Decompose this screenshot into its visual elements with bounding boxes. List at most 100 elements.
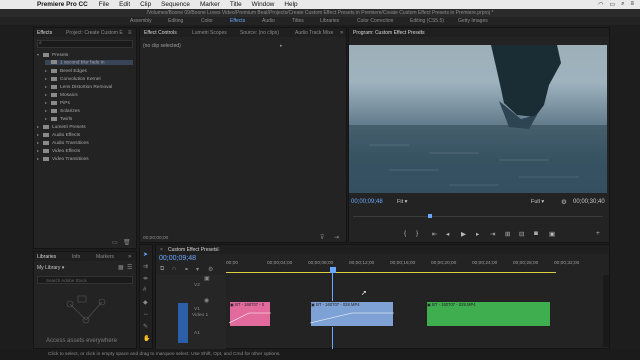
effects-tree-item[interactable]: ▸ Bevel Edges [45, 68, 133, 74]
razor-tool-icon[interactable]: ◆ [143, 299, 148, 306]
panel-menu-icon[interactable]: ≡ [128, 30, 132, 36]
time-ruler[interactable]: 00;00 00;00;04;00 00;00;08;00 00;00;12;00 00… [226, 261, 601, 271]
workspace-tab-assembly[interactable]: Assembly [130, 18, 152, 24]
workspace-tab-color[interactable]: Color [201, 18, 213, 24]
step-forward-icon[interactable]: ▸ [476, 230, 479, 238]
play-icon[interactable]: ▶ [461, 230, 466, 238]
workspace-tab-libraries[interactable]: Libraries [320, 18, 339, 24]
timeline-menu-icon[interactable]: ≡ [216, 247, 220, 253]
playhead-handle[interactable] [330, 267, 336, 273]
step-back-icon[interactable]: ◂ [446, 230, 449, 238]
export-icon[interactable]: ⇥ [334, 234, 339, 241]
tab-audio-track-mixer[interactable]: Audio Track Mixe [295, 30, 333, 36]
fit-dropdown[interactable]: Fit ▾ [397, 199, 407, 205]
menu-sequence[interactable]: Sequence [161, 1, 190, 8]
nest-icon[interactable]: ⧉ [160, 266, 164, 273]
effects-tree-item[interactable]: ▸ Audio Effects [37, 132, 133, 138]
sequence-tab[interactable]: Custom Effect Presets [168, 247, 218, 253]
effects-tree-item[interactable]: ▸ Solarizes [45, 108, 133, 114]
effects-tree-item[interactable]: ▸ Video Transitions [37, 156, 133, 162]
menu-list-icon[interactable]: ≡ [630, 1, 634, 8]
monitor-menu-icon[interactable]: ≡ [419, 30, 423, 36]
menu-title[interactable]: Title [230, 1, 242, 8]
workspace-tab-titles[interactable]: Titles [292, 18, 304, 24]
go-to-in-icon[interactable]: ⇤ [432, 230, 437, 238]
lift-icon[interactable]: ⊞ [505, 230, 510, 238]
program-playhead[interactable] [428, 214, 432, 218]
tab-info[interactable]: Info [72, 254, 80, 260]
effects-tree-item[interactable]: ▾ Presets [37, 52, 133, 58]
more-panels-icon[interactable]: » [128, 254, 131, 260]
extract-icon[interactable]: ⊟ [519, 230, 524, 238]
slip-tool-icon[interactable]: ↔ [143, 311, 149, 317]
app-name-menu[interactable]: Premiere Pro CC [37, 1, 88, 8]
lock-icon[interactable]: ▣ [204, 275, 210, 282]
quality-dropdown[interactable]: Full ▾ [531, 199, 544, 205]
menu-clip[interactable]: Clip [140, 1, 151, 8]
tab-libraries[interactable]: Libraries [37, 254, 56, 260]
effects-tree-item[interactable]: ▸ Mosaics [45, 92, 133, 98]
filter-icon[interactable]: ⊽ [320, 234, 324, 241]
tab-source[interactable]: Source: (no clips) [240, 30, 279, 36]
menu-file[interactable]: File [99, 1, 109, 8]
menu-help[interactable]: Help [284, 1, 297, 8]
library-select[interactable]: My Library ▾ [37, 265, 97, 271]
workspace-tab-editing-cs55[interactable]: Editing (CS5.5) [410, 18, 444, 24]
delete-icon[interactable]: 🗑 [123, 239, 131, 246]
program-monitor-title[interactable]: Program: Custom Effect Presets [353, 30, 425, 36]
close-sequence-icon[interactable]: × [160, 247, 163, 253]
expand-arrow-icon[interactable]: ▸ [280, 43, 283, 49]
linked-selection-icon[interactable]: ⚭ [184, 266, 189, 273]
work-area-bar[interactable] [226, 272, 556, 273]
wifi-icon[interactable]: ◠ [598, 1, 603, 8]
tab-effect-controls[interactable]: Effect Controls [144, 30, 177, 36]
workspace-tab-editing[interactable]: Editing [168, 18, 183, 24]
track-select-tool-icon[interactable]: ⇉ [143, 263, 148, 270]
tab-project[interactable]: Project: Create Custom E [66, 30, 123, 36]
spotlight-icon[interactable]: ⌕ [621, 1, 624, 8]
mark-out-icon[interactable]: } [416, 230, 418, 237]
tab-effects[interactable]: Effects [37, 30, 52, 36]
pen-tool-icon[interactable]: ✎ [143, 323, 148, 330]
more-panels-icon[interactable]: » [340, 30, 343, 36]
program-playhead-timecode[interactable]: 00;00;09;48 [351, 199, 383, 205]
effects-tree-item[interactable]: ▸ PiPs [45, 100, 133, 106]
new-folder-icon[interactable]: ▭ [112, 239, 118, 246]
list-view-icon[interactable]: ☰ [127, 264, 132, 271]
effect-controls-timecode[interactable]: 00;00;00;00 [143, 236, 168, 241]
battery-icon[interactable]: ▭ [609, 1, 615, 8]
effects-tree-item[interactable]: 1 second blur fade in [45, 60, 133, 66]
grid-view-icon[interactable]: ▦ [118, 264, 124, 271]
menu-window[interactable]: Window [252, 1, 275, 8]
ripple-edit-tool-icon[interactable]: ⇹ [143, 275, 148, 282]
rolling-edit-tool-icon[interactable]: # [143, 287, 146, 293]
export-frame-icon[interactable]: ◙ [534, 230, 538, 237]
workspace-tab-color-correction[interactable]: Color Correction [357, 18, 393, 24]
tab-markers[interactable]: Markers [96, 254, 114, 260]
eye-icon[interactable]: ◉ [204, 297, 209, 304]
go-to-out-icon[interactable]: ⇥ [490, 230, 495, 238]
clip-2-opacity-keyframes[interactable] [310, 309, 394, 325]
menu-edit[interactable]: Edit [119, 1, 130, 8]
snap-icon[interactable]: ∩ [172, 266, 176, 272]
source-patch-v1[interactable] [178, 303, 188, 343]
add-marker-icon[interactable]: ▾ [196, 266, 199, 273]
menu-marker[interactable]: Marker [200, 1, 220, 8]
effects-tree-item[interactable]: ▸ Lens Distortion Removal [45, 84, 133, 90]
workspace-tab-audio[interactable]: Audio [262, 18, 275, 24]
effects-tree-item[interactable]: ▸ Video Effects [37, 148, 133, 154]
timeline-scrollbar[interactable] [603, 275, 609, 347]
effects-tree-item[interactable]: ▸ Audio Transitions [37, 140, 133, 146]
program-scrub-bar[interactable] [353, 216, 603, 217]
workspace-tab-getty-images[interactable]: Getty Images [458, 18, 488, 24]
effects-tree-item[interactable]: ▸ Lumetri Presets [37, 124, 133, 130]
timeline-timecode[interactable]: 00;00;09;48 [159, 255, 196, 262]
timeline-settings-icon[interactable]: ⚙ [208, 266, 213, 273]
comparison-view-icon[interactable]: ▣ [549, 230, 555, 238]
hand-tool-icon[interactable]: ✋ [143, 335, 150, 342]
selection-tool-icon[interactable]: ➤ [143, 251, 148, 258]
effects-tree-item[interactable]: ▸ Convolution Kernel [45, 76, 133, 82]
wrench-icon[interactable]: ⚙ [561, 198, 567, 206]
effects-tree-item[interactable]: ▸ Twirls [45, 116, 133, 122]
timeline-clip-3[interactable]: ▣ BT - 160707 - 029.MP4 [426, 301, 551, 327]
